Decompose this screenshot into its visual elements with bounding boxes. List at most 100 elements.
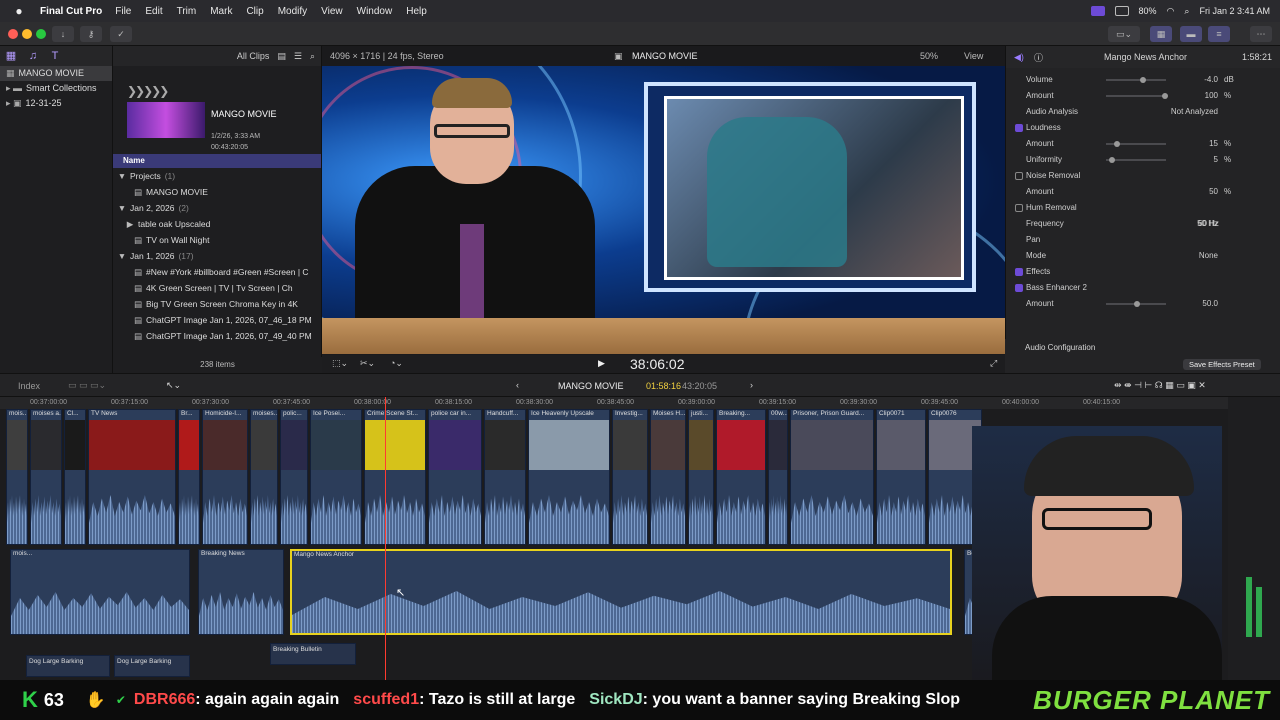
- browser-group-row[interactable]: ▼ Jan 1, 2026 (17): [113, 248, 321, 264]
- transform-icon[interactable]: ⬚⌄: [332, 358, 348, 369]
- browser-clip-row[interactable]: ▤ MANGO MOVIE: [113, 184, 321, 200]
- wifi-icon[interactable]: ◠: [1167, 6, 1175, 17]
- filmstrip-view-icon[interactable]: ▤: [277, 51, 286, 62]
- history-forward-icon[interactable]: ›: [750, 380, 753, 390]
- video-clip[interactable]: Prisoner, Prison Guard...: [790, 409, 874, 545]
- show-timeline-icon[interactable]: ▬: [1180, 26, 1202, 42]
- titles-generators-icon[interactable]: T: [48, 50, 62, 62]
- browser-clip-row[interactable]: ▤ #New #York #billboard #Green #Screen | …: [113, 264, 321, 280]
- play-button[interactable]: ▶: [598, 358, 605, 369]
- menu-item-mark[interactable]: Mark: [203, 6, 239, 17]
- timeline-tools-icon[interactable]: ⇹ ⇼ ⊣ ⊢ ☊ ▦ ▭ ▣ ✕: [1114, 380, 1206, 391]
- fullscreen-icon[interactable]: ⤢: [990, 358, 997, 369]
- timeline-ruler[interactable]: 00:37:00:00 00:37:15:00 00:37:30:00 00:37:4…: [0, 397, 1230, 409]
- inspector-value[interactable]: 100: [1146, 88, 1218, 104]
- video-clip[interactable]: Crime Scene St...: [364, 409, 426, 545]
- name-column-header[interactable]: Name: [113, 154, 321, 168]
- menu-item-edit[interactable]: Edit: [138, 6, 169, 17]
- slider-knob[interactable]: [1134, 301, 1140, 307]
- library-item[interactable]: ▸ ▣ 12-31-25: [0, 96, 112, 111]
- audio-tab-icon[interactable]: ◀): [1014, 52, 1024, 63]
- audio-clip[interactable]: Breaking News: [198, 549, 284, 635]
- lower-audio-clip[interactable]: Dog Large Barking: [26, 655, 110, 677]
- browser-clip-row[interactable]: ▶ table oak Upscaled: [113, 216, 321, 232]
- video-clip[interactable]: polic...: [280, 409, 308, 545]
- menu-item-trim[interactable]: Trim: [170, 6, 204, 17]
- minimize-window-button[interactable]: [22, 29, 32, 39]
- select-tool-icon[interactable]: ↖⌄: [166, 380, 181, 391]
- menu-item-view[interactable]: View: [314, 6, 350, 17]
- video-clip[interactable]: justi...: [688, 409, 714, 545]
- search-icon[interactable]: ⌕: [1184, 6, 1189, 17]
- video-frame[interactable]: [322, 66, 1005, 354]
- show-library-icon[interactable]: ▦: [1150, 26, 1172, 42]
- screen-record-icon[interactable]: [1090, 6, 1105, 16]
- photos-audio-icon[interactable]: ♫: [26, 50, 40, 62]
- inspector-value[interactable]: None: [1146, 248, 1218, 264]
- index-button[interactable]: Index: [18, 381, 40, 391]
- save-effects-preset-button[interactable]: Save Effects Preset: [1183, 359, 1261, 370]
- enable-checkbox[interactable]: [1015, 204, 1023, 212]
- enable-checkbox[interactable]: [1015, 284, 1023, 292]
- browser-search-icon[interactable]: ⌕: [310, 51, 315, 62]
- info-tab-icon[interactable]: ⓘ: [1034, 51, 1043, 64]
- battery-level[interactable]: 80%: [1139, 6, 1157, 16]
- menu-clock[interactable]: Fri Jan 2 3:41 AM: [1199, 6, 1270, 16]
- menu-item-clip[interactable]: Clip: [239, 6, 270, 17]
- video-clip[interactable]: moises a...: [30, 409, 62, 545]
- disclosure-triangle-icon[interactable]: ▼: [117, 168, 127, 184]
- library-item[interactable]: ▦ MANGO MOVIE: [0, 66, 112, 81]
- libraries-icon[interactable]: ▦: [4, 50, 18, 62]
- more-icon[interactable]: ⋯: [1250, 26, 1272, 42]
- video-clip[interactable]: Investig...: [612, 409, 648, 545]
- close-window-button[interactable]: [8, 29, 18, 39]
- lower-audio-clip[interactable]: Breaking Bulletin: [270, 643, 356, 665]
- zoom-level[interactable]: 50%: [920, 51, 938, 61]
- enhance-icon[interactable]: ✂⌄: [360, 358, 375, 369]
- import-icon[interactable]: ↓: [52, 26, 74, 42]
- browser-clip-row[interactable]: ▤ ChatGPT Image Jan 1, 2026, 07_49_40 PM: [113, 328, 321, 344]
- menu-item-window[interactable]: Window: [350, 6, 400, 17]
- inspector-value[interactable]: 50.0: [1146, 296, 1218, 312]
- share-icon[interactable]: ▭⌄: [1108, 26, 1140, 42]
- browser-clip-row[interactable]: ▤ ChatGPT Image Jan 1, 2026, 07_46_18 PM: [113, 312, 321, 328]
- browser-clip-row[interactable]: ▤ TV on Wall Night: [113, 232, 321, 248]
- video-clip[interactable]: TV News: [88, 409, 176, 545]
- inspector-value[interactable]: 15: [1146, 136, 1218, 152]
- inspector-value[interactable]: 50: [1146, 184, 1218, 200]
- library-item[interactable]: ▸ ▬ Smart Collections: [0, 81, 112, 96]
- video-clip[interactable]: Cl...: [64, 409, 86, 545]
- video-clip[interactable]: mois...: [6, 409, 28, 545]
- inspector-value[interactable]: -4.0: [1146, 72, 1218, 88]
- enable-checkbox[interactable]: [1015, 268, 1023, 276]
- video-clip[interactable]: Moises H...: [650, 409, 686, 545]
- selected-audio-clip[interactable]: Mango News Anchor: [290, 549, 952, 635]
- background-tasks-icon[interactable]: ✓: [110, 26, 132, 42]
- video-clip[interactable]: 00w...: [768, 409, 788, 545]
- browser-group-row[interactable]: ▼ Jan 2, 2026 (2): [113, 200, 321, 216]
- video-clip[interactable]: Homicide-I...: [202, 409, 248, 545]
- speed-icon[interactable]: ◔⌄: [390, 358, 403, 369]
- enable-checkbox[interactable]: [1015, 172, 1023, 180]
- browser-group-row[interactable]: ▼ Projects (1): [113, 168, 321, 184]
- browser-clip-row[interactable]: ▤ 4K Green Screen | TV | Tv Screen | Ch: [113, 280, 321, 296]
- audio-clip[interactable]: mois...: [10, 549, 190, 635]
- video-clip[interactable]: Clip0071: [876, 409, 926, 545]
- video-clip[interactable]: police car in...: [428, 409, 482, 545]
- keywords-icon[interactable]: ⚷: [80, 26, 102, 42]
- menu-item-modify[interactable]: Modify: [271, 6, 314, 17]
- disclosure-triangle-icon[interactable]: ▶: [125, 216, 135, 232]
- edit-tools-icon[interactable]: ▭ ▭ ▭⌄: [68, 380, 106, 391]
- list-view-icon[interactable]: ☰: [294, 51, 302, 62]
- show-inspector-icon[interactable]: ≡: [1208, 26, 1230, 42]
- video-clip[interactable]: moises...: [250, 409, 278, 545]
- clip-filter[interactable]: All Clips: [237, 51, 270, 61]
- slider-knob[interactable]: [1114, 141, 1121, 147]
- video-clip[interactable]: Breaking...: [716, 409, 766, 545]
- video-clip[interactable]: Ice Heavenly Upscale: [528, 409, 610, 545]
- history-back-icon[interactable]: ‹: [516, 380, 519, 390]
- view-menu[interactable]: View: [964, 51, 983, 61]
- video-clip[interactable]: Handcuff...: [484, 409, 526, 545]
- browser-clip-row[interactable]: ▤ Big TV Green Screen Chroma Key in 4K: [113, 296, 321, 312]
- zoom-window-button[interactable]: [36, 29, 46, 39]
